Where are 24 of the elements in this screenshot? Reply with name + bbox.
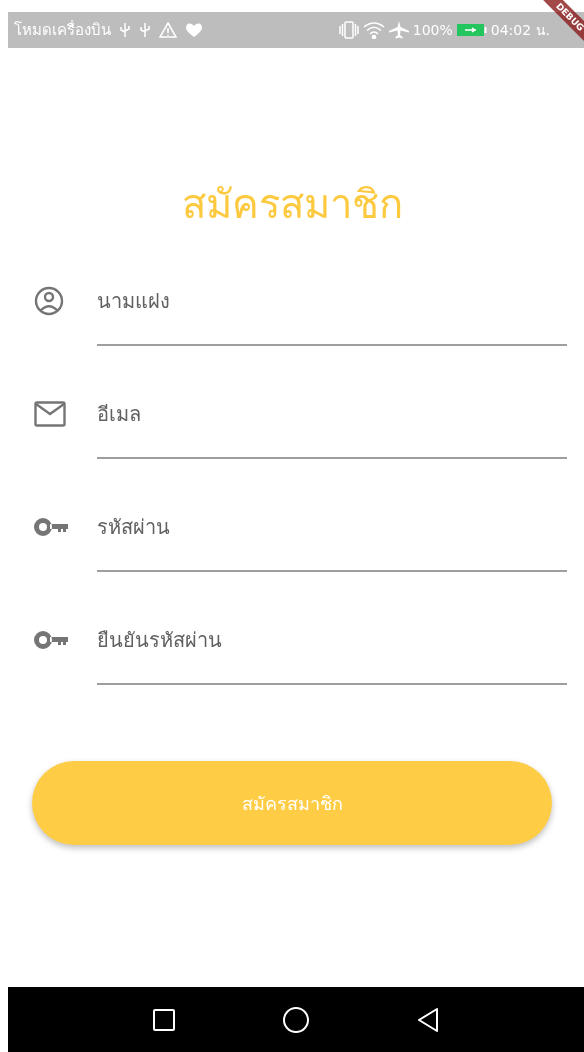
airplane-icon	[388, 21, 409, 39]
key-icon	[34, 631, 68, 649]
battery-percent: 100%	[412, 20, 453, 40]
clock-time: 04:02 น.	[490, 20, 550, 40]
input-field[interactable]: นามแฝง	[97, 276, 567, 346]
input-field[interactable]: อีเมล	[97, 389, 567, 459]
heart-icon	[185, 22, 203, 38]
back-icon[interactable]	[417, 1007, 439, 1032]
wifi-icon	[362, 21, 385, 39]
square-icon[interactable]	[153, 1008, 175, 1031]
usb-icon	[119, 22, 131, 38]
airplane-mode-text: โหมดเครื่องบิน	[14, 19, 111, 41]
battery-icon	[456, 23, 487, 37]
signup-button[interactable]: สมัครสมาชิก	[32, 761, 552, 845]
home-icon[interactable]	[283, 1006, 309, 1033]
input-field[interactable]: รหัสผ่าน	[97, 502, 567, 572]
warning-icon	[159, 22, 177, 38]
usb-icon	[139, 22, 151, 38]
page-title: สมัครสมาชิก	[180, 181, 404, 228]
vibrate-icon	[338, 21, 359, 39]
mail-icon	[34, 401, 66, 427]
account-circle-icon	[34, 286, 64, 316]
key-icon	[34, 518, 68, 536]
input-field[interactable]: ยืนยันรหัสผ่าน	[97, 615, 567, 685]
